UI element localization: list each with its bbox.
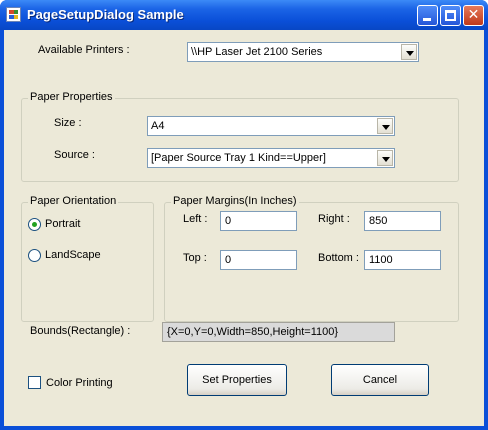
- bottom-margin-value: 1100: [369, 254, 393, 266]
- bounds-value: {X=0,Y=0,Width=850,Height=1100}: [167, 326, 339, 338]
- title-bar[interactable]: PageSetupDialog Sample ✕: [0, 0, 488, 30]
- left-margin-label: Left :: [183, 213, 208, 225]
- size-label: Size :: [54, 117, 82, 129]
- chevron-down-icon[interactable]: [377, 150, 393, 166]
- source-label: Source :: [54, 149, 95, 161]
- maximize-button[interactable]: [440, 5, 461, 26]
- bottom-margin-input[interactable]: 1100: [364, 250, 441, 270]
- bounds-field: {X=0,Y=0,Width=850,Height=1100}: [162, 322, 395, 342]
- printers-label: Available Printers :: [38, 44, 130, 56]
- size-combobox[interactable]: A4: [147, 116, 395, 136]
- source-selected: [Paper Source Tray 1 Kind==Upper]: [151, 152, 326, 164]
- bottom-margin-label: Bottom :: [318, 252, 359, 264]
- orientation-group: Paper Orientation: [21, 195, 154, 322]
- orientation-legend: Paper Orientation: [28, 195, 119, 207]
- top-margin-value: 0: [225, 254, 232, 266]
- minimize-button[interactable]: [417, 5, 438, 26]
- dialog-window: PageSetupDialog Sample ✕ Available Print…: [0, 0, 488, 430]
- chevron-down-icon[interactable]: [401, 44, 417, 60]
- chevron-down-icon[interactable]: [377, 118, 393, 134]
- color-printing-label[interactable]: Color Printing: [46, 377, 113, 389]
- size-selected: A4: [151, 120, 165, 132]
- left-margin-input[interactable]: 0: [220, 211, 297, 231]
- close-icon: ✕: [467, 7, 480, 23]
- cancel-button[interactable]: Cancel: [331, 364, 429, 396]
- margins-legend: Paper Margins(In Inches): [171, 195, 299, 207]
- portrait-radio[interactable]: [28, 218, 41, 231]
- close-button[interactable]: ✕: [463, 5, 484, 26]
- source-combobox[interactable]: [Paper Source Tray 1 Kind==Upper]: [147, 148, 395, 168]
- dialog-client-area: Available Printers : \\HP Laser Jet 2100…: [4, 30, 484, 426]
- printers-combobox[interactable]: \\HP Laser Jet 2100 Series: [187, 42, 419, 62]
- portrait-label[interactable]: Portrait: [45, 218, 80, 230]
- right-margin-label: Right :: [318, 213, 350, 225]
- paper-properties-group: Paper Properties: [21, 91, 459, 182]
- minimize-icon: [423, 18, 431, 21]
- set-properties-button[interactable]: Set Properties: [187, 364, 287, 396]
- left-margin-value: 0: [225, 215, 232, 227]
- right-margin-value: 850: [369, 215, 388, 227]
- window-title: PageSetupDialog Sample: [27, 7, 184, 22]
- maximize-icon: [445, 10, 456, 21]
- top-margin-label: Top :: [183, 252, 207, 264]
- printers-selected: \\HP Laser Jet 2100 Series: [191, 46, 323, 58]
- top-margin-input[interactable]: 0: [220, 250, 297, 270]
- bounds-label: Bounds(Rectangle) :: [30, 325, 131, 337]
- app-icon[interactable]: [6, 7, 21, 22]
- landscape-label[interactable]: LandScape: [45, 249, 101, 261]
- landscape-radio[interactable]: [28, 249, 41, 262]
- right-margin-input[interactable]: 850: [364, 211, 441, 231]
- paper-properties-legend: Paper Properties: [28, 91, 115, 103]
- color-printing-checkbox[interactable]: [28, 376, 41, 389]
